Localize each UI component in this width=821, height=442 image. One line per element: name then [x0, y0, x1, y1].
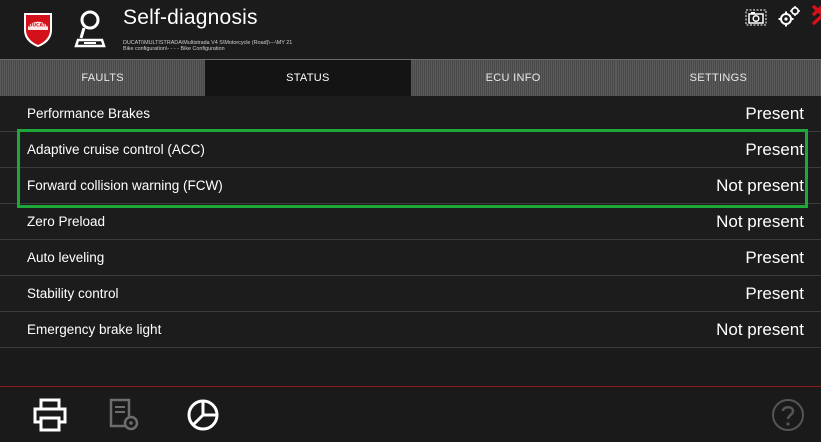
list-item[interactable]: Stability control Present — [0, 276, 821, 312]
tab-ecu-info[interactable]: ECU INFO — [410, 60, 616, 96]
item-label: Stability control — [27, 286, 119, 301]
breadcrumb: DUCATI\MULTISTRADA\Multistrada V4 S\Moto… — [123, 40, 292, 52]
camera-icon[interactable] — [745, 6, 767, 26]
page-title: Self-diagnosis — [123, 6, 258, 29]
tab-status[interactable]: STATUS — [205, 60, 411, 96]
app-header: DUCATI Self-diagnosis DUCATI\MULTISTRADA… — [0, 0, 821, 59]
item-label: Zero Preload — [27, 214, 106, 229]
document-settings-icon[interactable] — [106, 397, 142, 433]
pie-chart-icon[interactable] — [185, 397, 221, 433]
tab-bar: FAULTS STATUS ECU INFO SETTINGS — [0, 59, 821, 96]
item-value: Not present — [716, 175, 804, 195]
item-value: Present — [745, 139, 804, 159]
help-icon[interactable] — [770, 397, 806, 433]
gear-icon[interactable] — [776, 4, 802, 28]
item-label: Forward collision warning (FCW) — [27, 178, 223, 193]
list-item[interactable]: Performance Brakes Present — [0, 96, 821, 132]
tab-faults[interactable]: FAULTS — [0, 60, 206, 96]
ducati-logo-icon: DUCATI — [24, 13, 52, 47]
svg-text:DUCATI: DUCATI — [29, 23, 48, 29]
tab-settings[interactable]: SETTINGS — [615, 60, 821, 96]
item-value: Not present — [716, 211, 804, 231]
list-item[interactable]: Auto leveling Present — [0, 240, 821, 276]
item-label: Auto leveling — [27, 250, 105, 265]
close-icon[interactable] — [811, 4, 821, 26]
item-value: Not present — [716, 319, 804, 339]
breadcrumb-line-2: Bike configuration\- - - - Bike Configur… — [123, 46, 225, 52]
item-value: Present — [745, 283, 804, 303]
list-item[interactable]: Forward collision warning (FCW) Not pres… — [0, 168, 821, 204]
item-label: Adaptive cruise control (ACC) — [27, 142, 205, 157]
status-list: Performance Brakes Present Adaptive crui… — [0, 96, 821, 360]
list-item[interactable]: Adaptive cruise control (ACC) Present — [0, 132, 821, 168]
item-value: Present — [745, 247, 804, 267]
print-icon[interactable] — [32, 397, 68, 433]
list-item[interactable]: Emergency brake light Not present — [0, 312, 821, 348]
list-item[interactable]: Zero Preload Not present — [0, 204, 821, 240]
item-label: Performance Brakes — [27, 106, 151, 121]
footer-toolbar — [0, 387, 821, 442]
item-label: Emergency brake light — [27, 322, 162, 337]
item-value: Present — [745, 103, 804, 123]
user-icon[interactable] — [74, 8, 106, 50]
header-actions — [731, 0, 821, 30]
